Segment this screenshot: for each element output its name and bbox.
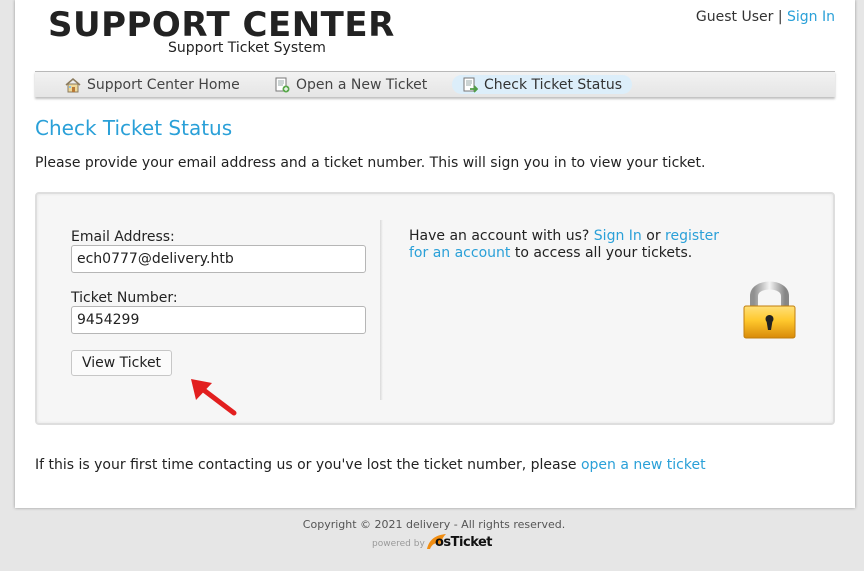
red-arrow-icon: [191, 379, 237, 416]
email-label: Email Address:: [71, 229, 175, 245]
powered-by-logo: powered by osTicket: [372, 532, 493, 552]
ticket-login-panel: Email Address: Ticket Number: View Ticke…: [35, 192, 835, 425]
ticket-number-label: Ticket Number:: [71, 290, 178, 306]
open-new-ticket-link[interactable]: open a new ticket: [581, 457, 706, 473]
header-sign-in-link[interactable]: Sign In: [787, 9, 835, 25]
nav-open-new-ticket[interactable]: Open a New Ticket: [264, 75, 437, 94]
nav-check-ticket-status[interactable]: Check Ticket Status: [452, 75, 632, 94]
page-intro: Please provide your email address and a …: [35, 155, 706, 171]
nav-label-home: Support Center Home: [87, 76, 240, 93]
account-question: Have an account with us?: [409, 228, 590, 244]
main-navigation: Support Center Home Open a New Ticket Ch…: [35, 71, 835, 97]
user-info: Guest User | Sign In: [696, 9, 835, 25]
ticket-number-field[interactable]: [71, 306, 366, 334]
home-icon: [65, 77, 81, 92]
powered-by-label: powered by: [372, 539, 425, 549]
guest-user-label: Guest User |: [695, 9, 783, 25]
page-container: SUPPORT CENTER Support Ticket System Gue…: [15, 0, 855, 508]
ticket-status-icon: [463, 77, 478, 93]
account-connector: or: [646, 228, 661, 244]
new-ticket-icon: [275, 77, 290, 92]
email-field[interactable]: [71, 245, 366, 273]
nav-label-open-ticket: Open a New Ticket: [296, 76, 428, 93]
copyright-text: Copyright © 2021 delivery - All rights r…: [302, 518, 566, 531]
lock-icon: [743, 281, 796, 339]
view-ticket-button[interactable]: View Ticket: [71, 350, 172, 376]
account-sign-in-link[interactable]: Sign In: [594, 228, 642, 244]
page-title: Check Ticket Status: [35, 116, 233, 140]
account-access-text: to access all your tickets.: [514, 245, 693, 261]
logo-title: SUPPORT CENTER: [48, 5, 395, 45]
panel-divider: [380, 220, 383, 400]
first-time-help-text: If this is your first time contacting us…: [35, 457, 577, 473]
first-time-help: If this is your first time contacting us…: [35, 456, 706, 474]
osticket-brand: osTicket: [435, 535, 493, 550]
logo-subtitle: Support Ticket System: [168, 40, 326, 56]
nav-label-check-status: Check Ticket Status: [484, 76, 622, 93]
account-prompt: Have an account with us? Sign In or regi…: [409, 228, 739, 262]
nav-support-center-home[interactable]: Support Center Home: [55, 75, 250, 94]
